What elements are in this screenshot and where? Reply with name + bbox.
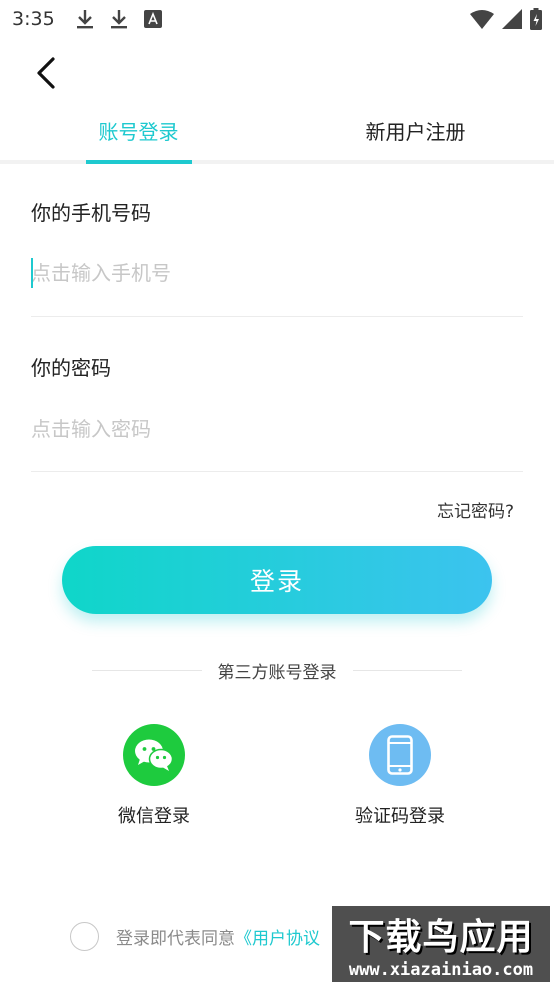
divider-line — [92, 669, 202, 671]
text-caret — [31, 258, 33, 288]
status-time: 3:35 — [12, 8, 55, 30]
tab-register[interactable]: 新用户注册 — [277, 100, 554, 160]
status-notifications — [76, 9, 162, 29]
password-divider — [31, 471, 523, 472]
wechat-login-label: 微信登录 — [118, 806, 190, 827]
tab-bar: 账号登录 新用户注册 — [0, 100, 554, 164]
sms-code-login-button[interactable]: 验证码登录 — [330, 724, 470, 828]
phone-label: 你的手机号码 — [31, 201, 151, 225]
download-icon — [111, 10, 127, 29]
wifi-icon — [470, 10, 494, 29]
back-button[interactable] — [28, 55, 64, 91]
phone-divider — [31, 316, 523, 317]
third-party-divider: 第三方账号登录 — [92, 656, 462, 684]
translate-icon — [144, 10, 162, 28]
watermark: 下载鸟应用 www.xiazainiao.com — [332, 906, 550, 982]
phone-input[interactable] — [31, 249, 523, 297]
battery-icon — [530, 8, 542, 30]
forgot-password-link[interactable]: 忘记密码? — [437, 497, 514, 522]
watermark-logo-text: 下载鸟应用 — [348, 917, 534, 958]
active-tab-indicator — [85, 160, 192, 164]
wechat-login-button[interactable]: 微信登录 — [84, 724, 224, 828]
status-system-icons — [470, 8, 542, 30]
user-agreement-link[interactable]: 《用户协议 — [235, 924, 320, 949]
tab-account-login[interactable]: 账号登录 — [0, 100, 277, 164]
tab-label: 新用户注册 — [365, 119, 466, 144]
agreement-row: 登录即代表同意 《用户协议 — [70, 922, 320, 951]
chevron-left-icon — [37, 57, 55, 89]
divider-line — [352, 669, 462, 671]
tab-label: 账号登录 — [98, 119, 179, 144]
sms-code-login-label: 验证码登录 — [355, 806, 445, 827]
signal-icon — [502, 9, 522, 29]
agreement-checkbox[interactable] — [70, 922, 99, 951]
password-label: 你的密码 — [31, 356, 111, 380]
agreement-text: 登录即代表同意 — [116, 929, 235, 949]
watermark-url: www.xiazainiao.com — [348, 960, 534, 980]
third-party-title: 第三方账号登录 — [217, 662, 337, 683]
phone-icon — [369, 724, 431, 786]
wechat-icon — [123, 724, 185, 786]
status-bar: 3:35 — [0, 0, 554, 38]
login-button[interactable]: 登录 — [62, 546, 492, 614]
password-input[interactable] — [31, 405, 523, 453]
download-icon — [77, 10, 93, 29]
